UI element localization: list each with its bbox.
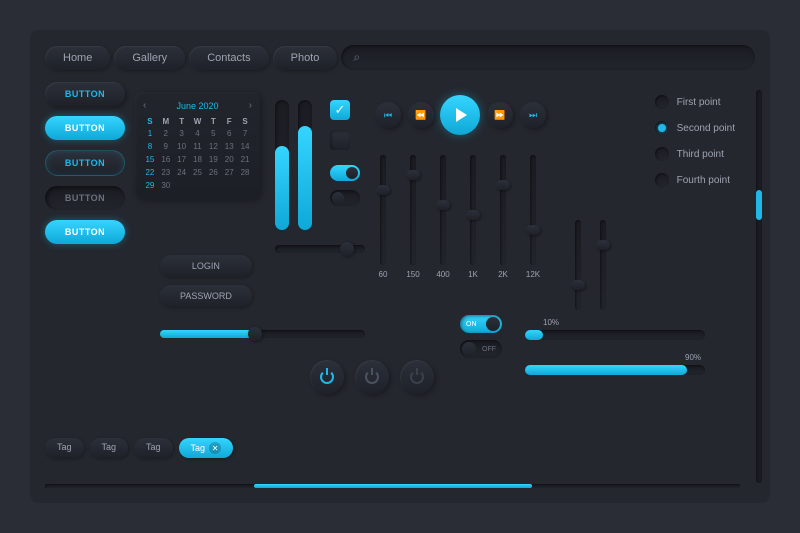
calendar-month: June 2020 [176, 101, 218, 111]
calendar-grid: S M T W T F S 1234567 891011121314 15161… [143, 117, 252, 191]
button-active-2[interactable]: BUTTON [45, 220, 125, 244]
rewind-icon: ⏪ [415, 110, 426, 121]
login-button[interactable]: LOGIN [160, 255, 252, 277]
power-button-1[interactable] [310, 360, 344, 394]
ui-kit-panel: Home Gallery Contacts Photo ⌕ BUTTON BUT… [30, 30, 770, 503]
eq-slider-60[interactable] [380, 155, 386, 265]
eq-label: 400 [433, 270, 453, 279]
calendar-prev-icon[interactable]: ‹ [143, 100, 146, 111]
checkbox-unchecked[interactable] [330, 130, 350, 150]
forward-icon: ⏩ [494, 110, 505, 121]
skip-back-icon: ⏮ [384, 110, 392, 121]
calendar-next-icon[interactable]: › [249, 100, 252, 111]
power-icon [365, 370, 379, 384]
tag-1[interactable]: Tag [45, 438, 84, 458]
play-icon [456, 108, 467, 122]
switch-off[interactable]: OFF [460, 340, 502, 358]
eq-slider-1k[interactable] [470, 155, 476, 265]
search-icon: ⌕ [353, 50, 360, 65]
eq-label: 12K [523, 270, 543, 279]
close-icon[interactable]: ✕ [209, 442, 221, 454]
eq-label: 2K [493, 270, 513, 279]
slider-1[interactable] [275, 245, 365, 253]
button-outline[interactable]: BUTTON [45, 150, 125, 176]
calendar[interactable]: ‹ June 2020 › S M T W T F S 1234567 8910… [135, 92, 260, 199]
button-default[interactable]: BUTTON [45, 82, 125, 106]
skip-forward-icon: ⏭ [529, 110, 537, 121]
nav-home[interactable]: Home [45, 46, 110, 70]
forward-button[interactable]: ⏩ [487, 102, 513, 128]
nav-contacts[interactable]: Contacts [189, 46, 268, 70]
mini-slider-2[interactable] [600, 220, 606, 310]
play-button[interactable] [440, 95, 480, 135]
eq-slider-2k[interactable] [500, 155, 506, 265]
password-button[interactable]: PASSWORD [160, 285, 252, 307]
checkbox-checked[interactable]: ✓ [330, 100, 350, 120]
power-icon [410, 370, 424, 384]
mini-slider-1[interactable] [575, 220, 581, 310]
vertical-slider-1[interactable] [275, 100, 289, 230]
switch-on[interactable]: ON [460, 315, 502, 333]
progress-10: 10% [525, 330, 705, 340]
radio-fourth[interactable]: Fourth point [655, 173, 735, 187]
tag-3[interactable]: Tag [134, 438, 173, 458]
button-active[interactable]: BUTTON [45, 116, 125, 140]
rewind-button[interactable]: ⏪ [408, 102, 434, 128]
eq-slider-12k[interactable] [530, 155, 536, 265]
eq-slider-150[interactable] [410, 155, 416, 265]
power-button-2[interactable] [355, 360, 389, 394]
nav-gallery[interactable]: Gallery [114, 46, 185, 70]
bottom-scrollbar[interactable] [45, 484, 740, 488]
scrollbar-thumb[interactable] [756, 190, 762, 220]
radio-third[interactable]: Third point [655, 147, 735, 161]
tag-active[interactable]: Tag✕ [179, 438, 234, 458]
nav-bar: Home Gallery Contacts Photo ⌕ [45, 45, 755, 70]
nav-photo[interactable]: Photo [273, 46, 338, 70]
toggle-on[interactable] [330, 165, 360, 181]
skip-forward-button[interactable]: ⏭ [520, 102, 546, 128]
power-button-3[interactable] [400, 360, 434, 394]
vertical-slider-2[interactable] [298, 100, 312, 230]
button-inset[interactable]: BUTTON [45, 186, 125, 210]
eq-label: 1K [463, 270, 483, 279]
toggle-off[interactable] [330, 190, 360, 206]
check-icon: ✓ [335, 102, 346, 118]
search-input[interactable]: ⌕ [341, 45, 755, 70]
scrollbar-vertical[interactable] [756, 90, 762, 483]
radio-group: First point Second point Third point Fou… [655, 95, 735, 187]
eq-label: 60 [373, 270, 393, 279]
radio-first[interactable]: First point [655, 95, 735, 109]
eq-slider-400[interactable] [440, 155, 446, 265]
slider-2[interactable] [160, 330, 365, 338]
skip-back-button[interactable]: ⏮ [375, 102, 401, 128]
progress-90: 90% [525, 365, 705, 375]
bottom-scrollbar-thumb[interactable] [254, 484, 532, 488]
power-icon [320, 370, 334, 384]
eq-label: 150 [403, 270, 423, 279]
tag-2[interactable]: Tag [90, 438, 129, 458]
radio-second[interactable]: Second point [655, 121, 735, 135]
